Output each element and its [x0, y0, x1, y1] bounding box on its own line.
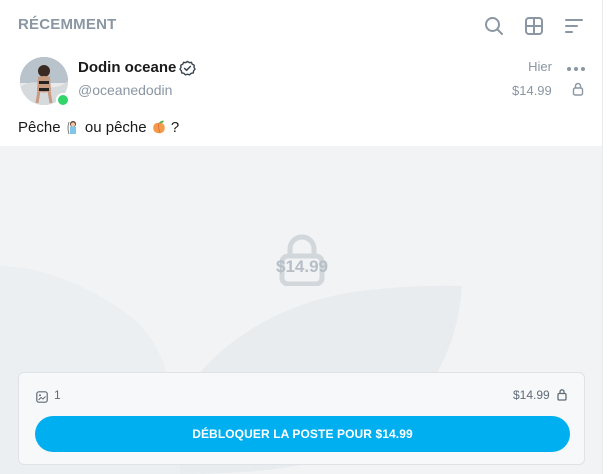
online-status-dot: [56, 93, 70, 107]
search-icon[interactable]: [482, 14, 506, 38]
post-date: Hier: [528, 59, 552, 74]
sort-icon[interactable]: [562, 14, 586, 38]
lock-icon: [557, 388, 567, 401]
post-price: $14.99: [512, 83, 552, 98]
unlock-post-button[interactable]: DÉBLOQUER LA POSTE POUR $14.99: [35, 416, 570, 452]
author-handle[interactable]: @oceanedodin: [78, 82, 172, 98]
post-card: RÉCEMMENT Dodin oceane @oceanedodin Hier: [0, 0, 603, 474]
more-options-icon[interactable]: [566, 62, 586, 74]
photo-count: 1: [54, 388, 61, 402]
photo-icon: [36, 390, 48, 403]
unlock-panel: 1 $14.99 DÉBLOQUER LA POSTE POUR $14.99: [18, 372, 585, 465]
person-fishing-emoji: [67, 121, 76, 135]
feed-header: RÉCEMMENT: [0, 0, 602, 50]
peach-emoji: [152, 120, 165, 134]
media-locked-price: $14.99: [276, 257, 328, 276]
post-text-part: ?: [166, 119, 180, 136]
post-text-part: ou pêche: [80, 119, 151, 136]
author-name[interactable]: Dodin oceane: [78, 59, 176, 76]
section-title: RÉCEMMENT: [18, 16, 117, 33]
grid-view-icon[interactable]: [522, 14, 546, 38]
verified-badge-icon: [179, 60, 196, 77]
post-text-part: Pêche: [18, 119, 65, 136]
lock-icon: [572, 82, 584, 96]
unlock-price: $14.99: [513, 388, 550, 402]
post-text: Pêche ou pêche ?: [18, 119, 179, 136]
